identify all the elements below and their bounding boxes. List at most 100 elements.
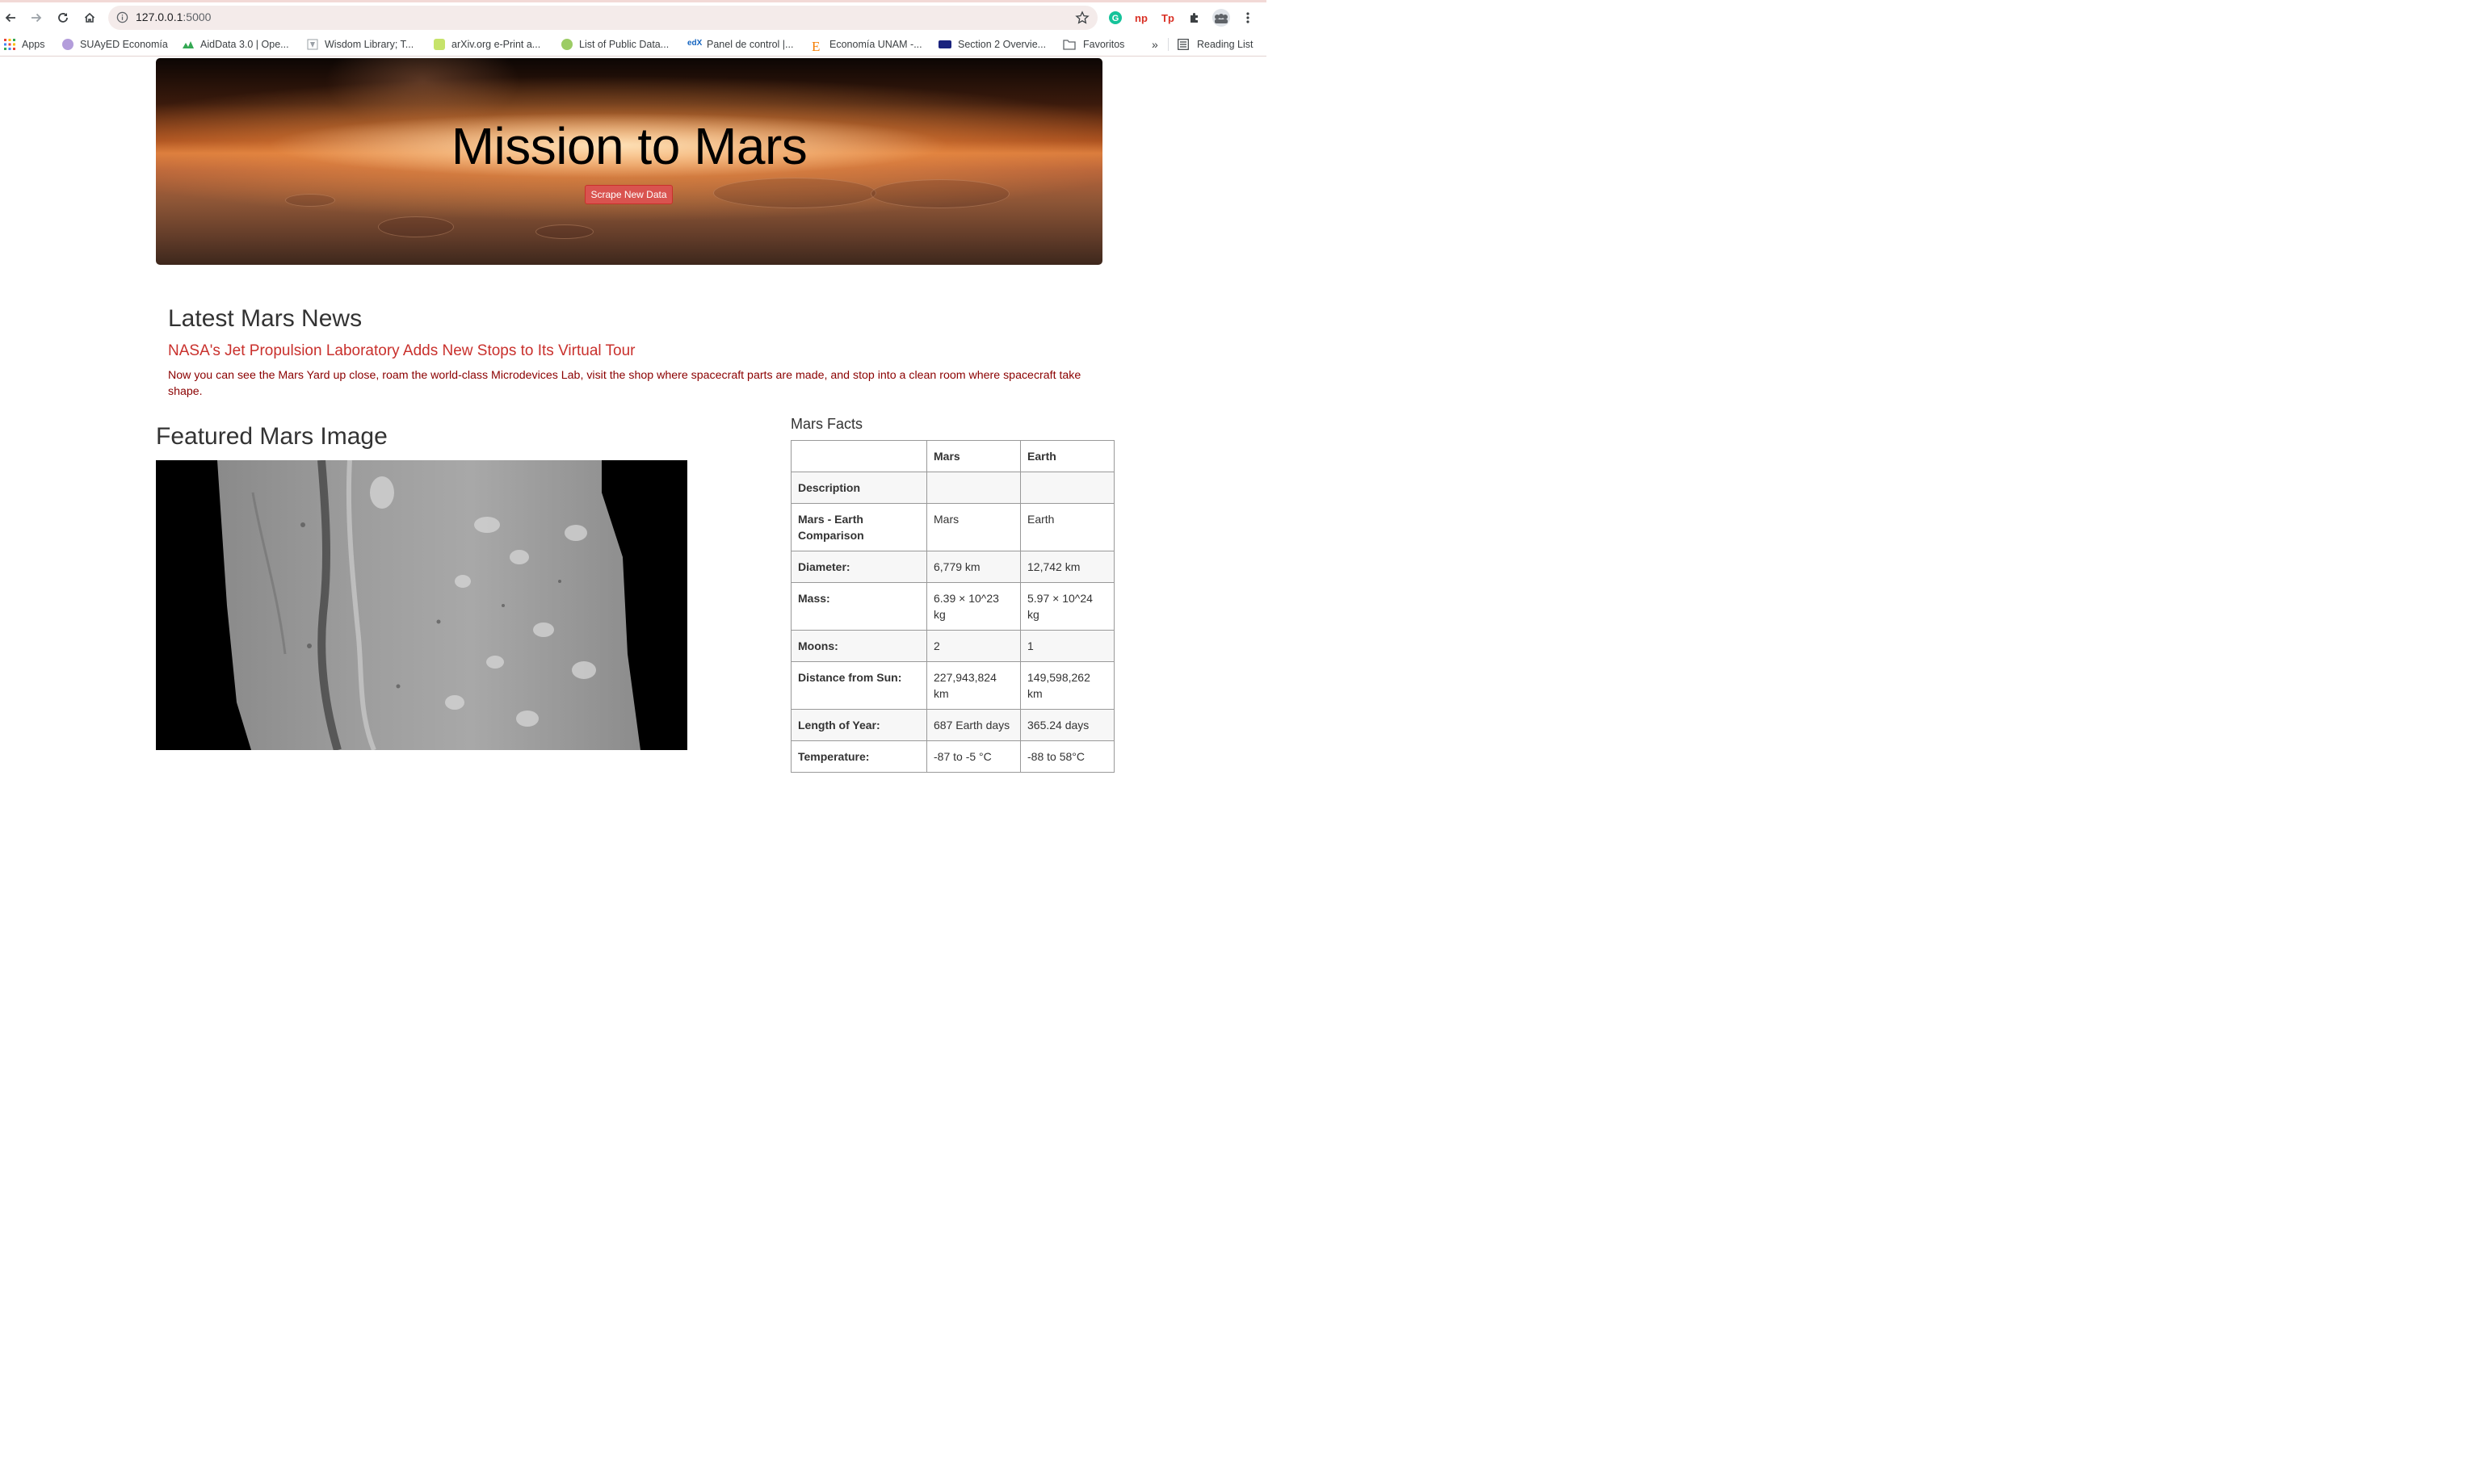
reading-list-label: Reading List: [1197, 39, 1253, 50]
bookmark-label: Section 2 Overvie...: [958, 39, 1047, 50]
earth-value: 5.97 × 10^24 kg: [1020, 582, 1115, 631]
arxiv-icon: [434, 39, 445, 50]
mars-value: 2: [926, 630, 1021, 662]
column-header: Mars: [926, 440, 1021, 472]
bookmark-section-2[interactable]: Section 2 Overvie...: [939, 37, 1046, 52]
aiddata-icon: [183, 39, 194, 50]
crater-decoration: [871, 179, 1010, 208]
table-row: Temperature: -87 to -5 °C -88 to 58°C: [791, 740, 1115, 773]
bookmark-label: Favoritos: [1083, 39, 1125, 50]
bookmark-suayed[interactable]: SUAyED Economía: [62, 37, 168, 52]
extensions-puzzle-icon[interactable]: [1186, 10, 1203, 26]
bookmarks-bar: Apps SUAyED Economía AidData 3.0 | Ope..…: [0, 32, 1266, 57]
table-row: Mars - Earth Comparison Mars Earth: [791, 503, 1115, 551]
mars-value: -87 to -5 °C: [926, 740, 1021, 773]
scrape-new-data-button[interactable]: Scrape New Data: [585, 185, 673, 204]
bookmark-label: Economía UNAM -...: [829, 39, 922, 50]
home-icon[interactable]: [79, 7, 100, 28]
back-arrow-icon[interactable]: [0, 7, 21, 28]
mars-value: [926, 472, 1021, 504]
news-title-link[interactable]: NASA's Jet Propulsion Laboratory Adds Ne…: [168, 342, 636, 360]
row-label: Moons:: [791, 630, 927, 662]
wisdom-icon: [307, 39, 318, 50]
row-label: Diameter:: [791, 551, 927, 583]
address-bar[interactable]: 127.0.0.1:5000: [108, 6, 1098, 30]
reload-icon[interactable]: [52, 7, 73, 28]
table-row: Length of Year: 687 Earth days 365.24 days: [791, 709, 1115, 741]
bookmarks-overflow-chevron-icon[interactable]: »: [1152, 37, 1158, 52]
table-row: Distance from Sun: 227,943,824 km 149,598,…: [791, 661, 1115, 710]
bookmark-arxiv[interactable]: arXiv.org e-Print a...: [434, 37, 540, 52]
forward-arrow-icon[interactable]: [26, 7, 47, 28]
ml-icon: [561, 39, 573, 50]
bookmark-label: Panel de control |...: [707, 39, 794, 50]
table-row: Diameter: 6,779 km 12,742 km: [791, 551, 1115, 583]
row-label: Length of Year:: [791, 709, 927, 741]
url-text: 127.0.0.1:5000: [136, 10, 212, 23]
info-icon[interactable]: [116, 11, 128, 27]
bookmarks-divider: [1168, 38, 1169, 51]
crater-decoration: [713, 178, 876, 208]
bookmark-label: List of Public Data...: [579, 39, 670, 50]
hero-banner: Mission to Mars Scrape New Data: [156, 58, 1102, 265]
row-label: Temperature:: [791, 740, 927, 773]
table-header-row: Mars Earth: [791, 440, 1115, 472]
bookmark-star-icon[interactable]: [1075, 10, 1090, 29]
bookmark-public-data[interactable]: List of Public Data...: [561, 37, 669, 52]
mars-value: 687 Earth days: [926, 709, 1021, 741]
bookmark-apps[interactable]: Apps: [4, 37, 45, 52]
apps-grid-icon: [4, 39, 15, 50]
bookmark-label: arXiv.org e-Print a...: [451, 39, 541, 50]
bookmark-label: Wisdom Library; T...: [325, 39, 414, 50]
bookmark-panel-control[interactable]: edX Panel de control |...: [687, 37, 793, 52]
earth-value: 365.24 days: [1020, 709, 1115, 741]
tp-extension-icon[interactable]: Tp: [1160, 10, 1176, 26]
mars-facts-table: Mars Earth Description Mars - Earth Comp…: [791, 440, 1115, 773]
section-icon: [939, 40, 951, 48]
row-label: Mass:: [791, 582, 927, 631]
row-label: Description: [791, 472, 927, 504]
table-row: Moons: 2 1: [791, 630, 1115, 662]
featured-image-heading: Featured Mars Image: [156, 423, 388, 450]
folder-icon: [1063, 39, 1076, 50]
bookmark-economia-unam[interactable]: E Economía UNAM -...: [812, 37, 922, 54]
economia-icon: E: [812, 39, 821, 54]
news-paragraph: Now you can see the Mars Yard up close, …: [168, 369, 1081, 398]
column-header: [791, 440, 927, 472]
crater-decoration: [285, 194, 335, 207]
earth-value: Earth: [1020, 503, 1115, 551]
row-label: Distance from Sun:: [791, 661, 927, 710]
bookmark-favoritos[interactable]: Favoritos: [1063, 37, 1124, 52]
np-extension-icon[interactable]: np: [1133, 10, 1149, 26]
mars-value: 6,779 km: [926, 551, 1021, 583]
table-row: Description: [791, 472, 1115, 504]
table-row: Mass: 6.39 × 10^23 kg 5.97 × 10^24 kg: [791, 582, 1115, 631]
browser-toolbar: 127.0.0.1:5000 G np Tp: [0, 0, 1266, 32]
column-header: Earth: [1020, 440, 1115, 472]
mars-value: Mars: [926, 503, 1021, 551]
mars-value: 6.39 × 10^23 kg: [926, 582, 1021, 631]
page-title: Mission to Mars: [451, 117, 808, 175]
mars-facts-heading: Mars Facts: [791, 416, 863, 432]
edx-icon: edX: [687, 39, 703, 48]
earth-value: 12,742 km: [1020, 551, 1115, 583]
earth-value: 149,598,262 km: [1020, 661, 1115, 710]
mars-value: 227,943,824 km: [926, 661, 1021, 710]
earth-value: 1: [1020, 630, 1115, 662]
bookmark-label: AidData 3.0 | Ope...: [200, 39, 289, 50]
featured-mars-image[interactable]: [156, 460, 687, 750]
overflow-label: »: [1152, 38, 1158, 51]
svg-text:G: G: [1112, 14, 1119, 23]
bookmark-wisdom-library[interactable]: Wisdom Library; T...: [307, 37, 414, 52]
suayed-icon: [62, 39, 73, 50]
reading-list-button[interactable]: Reading List: [1178, 37, 1253, 52]
grammarly-extension-icon[interactable]: G: [1107, 10, 1123, 26]
bookmark-aiddata[interactable]: AidData 3.0 | Ope...: [183, 37, 289, 52]
crater-decoration: [535, 224, 594, 239]
latest-news-heading: Latest Mars News: [168, 305, 363, 332]
reading-list-icon: [1178, 39, 1189, 50]
browser-menu-icon[interactable]: [1240, 10, 1256, 26]
earth-value: -88 to 58°C: [1020, 740, 1115, 773]
profile-avatar[interactable]: [1212, 8, 1231, 27]
bookmark-label: SUAyED Economía: [80, 39, 168, 50]
